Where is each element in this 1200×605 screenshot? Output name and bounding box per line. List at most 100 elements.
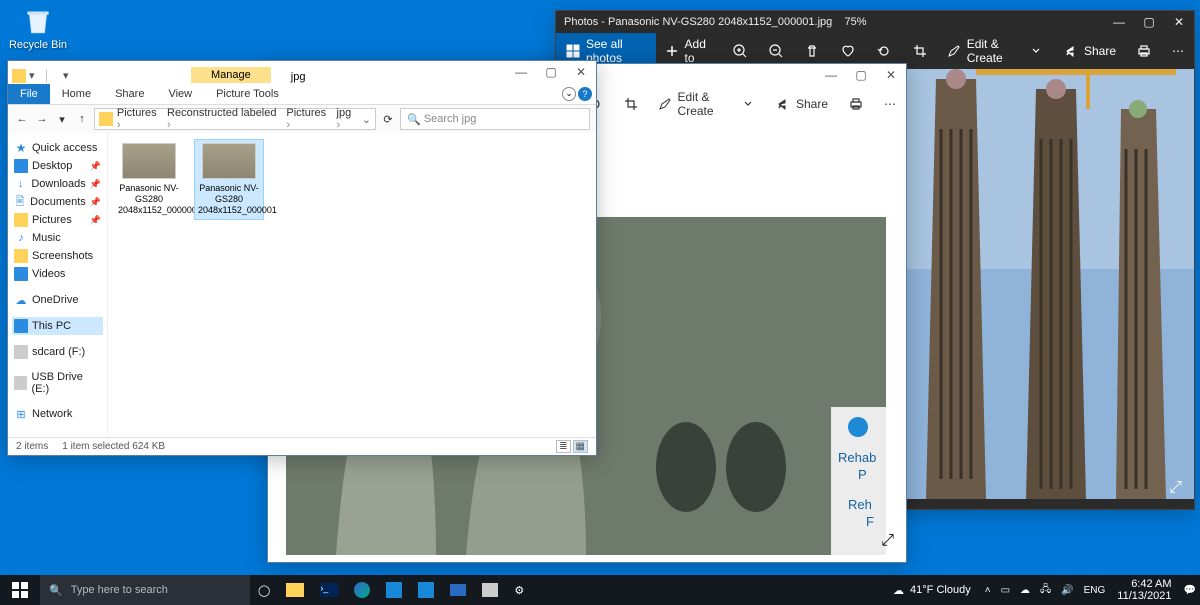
tray-onedrive-icon[interactable]: ☁ [1016,585,1034,596]
tray-meet-now-icon[interactable]: ▭ [997,585,1014,596]
sidebar-item-videos[interactable]: Videos [12,265,103,283]
ribbon-file[interactable]: File [8,84,50,104]
crumb[interactable]: Pictures [117,107,163,131]
file-name: Panasonic NV-GS280 2048x1152_000001 [198,183,277,215]
titlebar[interactable]: Photos - Panasonic NV-GS280 2048x1152_00… [556,11,1194,33]
sidebar-item-usb[interactable]: USB Drive (E:) [12,369,103,397]
desktop-icon-recycle-bin[interactable]: Recycle Bin [3,3,73,51]
back-button[interactable]: ← [14,113,30,125]
more-button[interactable]: ⋯ [874,86,906,122]
file-thumbnail[interactable]: Panasonic NV-GS280 2048x1152_000000 [114,139,184,220]
crop-button[interactable] [613,86,649,122]
ribbon-home[interactable]: Home [50,84,103,104]
maximize-button[interactable]: ▢ [1134,11,1164,33]
tray-network-icon[interactable]: 🖧 [1036,582,1055,599]
taskbar-app[interactable]: ⚙ [506,575,532,605]
taskbar-app[interactable] [442,575,474,605]
taskbar-app[interactable] [278,575,312,605]
recycle-bin-icon [21,3,55,37]
minimize-button[interactable]: — [506,61,536,83]
minimize-button[interactable]: — [1104,11,1134,33]
crop-button[interactable] [902,33,938,69]
sidebar-item-this-pc[interactable]: This PC [12,317,103,335]
up-button[interactable]: ↑ [74,113,90,125]
file-thumbnail[interactable]: Panasonic NV-GS280 2048x1152_000001 [194,139,264,220]
sidebar-item-desktop[interactable]: Desktop📌 [12,157,103,175]
taskbar-app[interactable]: ›_ [312,575,346,605]
store-icon [482,583,498,597]
pencil-icon [659,96,672,112]
sidebar-item-network[interactable]: Network [12,405,103,423]
sidebar-item-onedrive[interactable]: OneDrive [12,291,103,309]
minimize-button[interactable]: — [816,64,846,86]
tray-clock[interactable]: 6:42 AM 11/13/2021 [1111,578,1177,602]
address-dropdown-icon[interactable]: ⌄ [362,113,371,126]
tray-chevron-icon[interactable]: ˄ [981,585,995,596]
drive-icon [14,345,28,359]
sidebar-item-music[interactable]: Music [12,229,103,247]
file-area[interactable]: Panasonic NV-GS280 2048x1152_000000 Pana… [108,133,596,437]
share-icon [774,96,790,112]
ribbon-view[interactable]: View [156,84,204,104]
fullscreen-icon[interactable]: ⤢ [881,532,894,550]
search-icon: 🔍 [49,584,63,597]
dropdown-icon[interactable]: ▾ [29,69,43,83]
zoom-level: 75% [845,16,867,28]
maximize-button[interactable]: ▢ [536,61,566,83]
crumb[interactable]: Reconstructed labeled [167,107,282,131]
sidebar-item-sdcard[interactable]: sdcard (F:) [12,343,103,361]
refresh-button[interactable]: ⟳ [380,113,396,126]
search-input[interactable]: 🔍 Search jpg [400,108,590,130]
pc-icon [14,319,28,333]
file-name: Panasonic NV-GS280 2048x1152_000000 [118,183,197,215]
more-button[interactable]: ⋯ [1162,33,1194,69]
crumb[interactable]: jpg [337,107,358,131]
weather-widget[interactable]: ☁ 41°F Cloudy [885,584,979,597]
help-icon[interactable]: ? [578,87,592,101]
sidebar-item-screenshots[interactable]: Screenshots [12,247,103,265]
start-button[interactable] [0,575,40,605]
sidebar-item-documents[interactable]: Documents📌 [12,193,103,211]
tray-language[interactable]: ENG [1080,585,1110,596]
task-view-button[interactable]: ◯ [250,575,278,605]
edit-create-button[interactable]: Edit & Create [938,33,1052,69]
tray-volume-icon[interactable]: 🔊 [1057,585,1077,596]
share-label: Share [796,97,828,111]
taskbar: 🔍 Type here to search ◯ ›_ ⚙ ☁ 41°F Clou… [0,575,1200,605]
taskbar-app[interactable] [346,575,378,605]
print-button[interactable] [838,86,874,122]
taskbar-app[interactable] [410,575,442,605]
ribbon-expand-icon[interactable]: ⌄ [562,87,576,101]
edit-create-label: Edit & Create [967,37,1024,65]
sidebar-item-label: Videos [32,268,65,280]
view-details-button[interactable]: ≣ [556,440,570,453]
print-button[interactable] [1126,33,1162,69]
maximize-button[interactable]: ▢ [846,64,876,86]
edit-create-button[interactable]: Edit & Create [649,86,764,122]
ribbon-picture-tools[interactable]: Picture Tools [204,84,291,104]
taskbar-app[interactable] [474,575,506,605]
crumb[interactable]: Pictures [286,107,332,131]
close-button[interactable]: ✕ [566,61,596,83]
breadcrumb[interactable]: Pictures Reconstructed labeled Pictures … [94,108,376,130]
forward-button[interactable]: → [34,113,50,125]
share-button[interactable]: Share [1052,33,1126,69]
close-button[interactable]: ✕ [876,64,906,86]
taskbar-app[interactable] [378,575,410,605]
sidebar-item-downloads[interactable]: Downloads📌 [12,175,103,193]
status-items: 2 items [16,441,48,452]
ribbon-share[interactable]: Share [103,84,156,104]
sidebar-item-pictures[interactable]: Pictures📌 [12,211,103,229]
sidebar-item-quick-access[interactable]: Quick access [12,139,103,157]
qat-chevron-icon[interactable]: ▾ [63,69,77,83]
pencil-icon [948,43,961,59]
share-button[interactable]: Share [764,86,838,122]
taskbar-search[interactable]: 🔍 Type here to search [40,575,250,605]
close-button[interactable]: ✕ [1164,11,1194,33]
cloud-icon [14,293,28,307]
tray-notifications-icon[interactable]: 💬 [1180,585,1200,596]
view-thumbnails-button[interactable]: ▦ [573,440,588,453]
fullscreen-icon[interactable]: ⤢ [1169,479,1182,497]
crop-icon [912,43,928,59]
history-button[interactable]: ▾ [54,113,70,126]
